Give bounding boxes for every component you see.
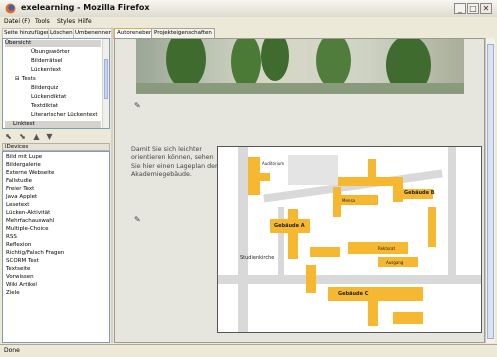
tree-item[interactable]: Lückentext: [31, 67, 61, 74]
maximize-button[interactable]: □: [467, 3, 479, 14]
idevice-item[interactable]: Reflexion: [6, 242, 31, 249]
idevice-item[interactable]: Bildergalerie: [6, 162, 41, 169]
editor-content: ✎ Damit Sie sich leichter orientieren kö…: [114, 38, 485, 343]
move-down-icon[interactable]: ▼: [45, 132, 54, 141]
idevice-item[interactable]: Lücken-Aktivität: [6, 210, 50, 217]
idevice-item[interactable]: SCORM Test: [6, 258, 39, 265]
tree-item[interactable]: Bilderquiz: [31, 85, 58, 92]
tree-item[interactable]: Übungswörter: [31, 49, 70, 56]
idevice-item[interactable]: Ziele: [6, 290, 20, 297]
menu-tools[interactable]: Tools: [35, 17, 50, 27]
demote-icon[interactable]: ⬊: [18, 132, 27, 141]
tab-bar: Autorenebene Projekteigenschaften: [113, 27, 497, 38]
map-label: Auditorium: [262, 161, 285, 166]
idevice-item[interactable]: Multiple-Choice: [6, 226, 48, 233]
tree-item[interactable]: Tests: [22, 76, 36, 83]
tree-item[interactable]: Textdiktat: [31, 103, 58, 110]
map-label-gebaeude-c: Gebäude C: [338, 291, 369, 297]
map-label: Mensa: [342, 198, 355, 203]
menu-bar: Datei (F) Tools Styles Hilfe: [0, 17, 497, 27]
tree-expander-icon[interactable]: ⊟: [15, 76, 20, 83]
tab-projekteigenschaften[interactable]: Projekteigenschaften: [151, 28, 215, 38]
title-bar: exelearning - Mozilla Firefox _ □ ✕: [0, 0, 497, 18]
idevice-item[interactable]: Fallstudie: [6, 178, 32, 185]
map-label-studienkirche: Studienkirche: [240, 255, 275, 261]
tree-item[interactable]: Bilderrätsel: [31, 58, 62, 65]
idevice-item[interactable]: Vorwissen: [6, 274, 34, 281]
outline-tree: Übersicht Übungswörter Bilderrätsel Lück…: [2, 38, 110, 129]
idevice-item[interactable]: Externe Webseite: [6, 170, 54, 177]
idevice-item[interactable]: Lesetext: [6, 202, 29, 209]
content-scrollbar[interactable]: [485, 38, 495, 343]
scroll-thumb[interactable]: [104, 59, 108, 99]
tree-item-selected[interactable]: Linktest: [5, 121, 101, 128]
outline-toolbar: Seite hinzufügen Löschen Umbenennen: [0, 27, 114, 39]
campus-photo: [136, 39, 464, 94]
idevice-item[interactable]: RSS: [6, 234, 17, 241]
description-text: Damit Sie sich leichter orientieren könn…: [131, 146, 218, 178]
idevice-item[interactable]: Java Applet: [6, 194, 37, 201]
menu-hilfe[interactable]: Hilfe: [78, 17, 92, 27]
tree-item[interactable]: Literarischer Lückentext: [31, 112, 98, 119]
idevices-header[interactable]: iDevices: [2, 143, 110, 151]
campus-map: Gebäude A Gebäude B Gebäude C Studienkir…: [217, 146, 482, 333]
idevices-list: Bild mit Lupe Bildergalerie Externe Webs…: [2, 151, 110, 343]
map-label-gebaeude-a: Gebäude A: [274, 223, 305, 229]
map-label: Rektorat: [378, 246, 396, 251]
tree-item[interactable]: Lückendiktat: [31, 94, 66, 101]
pane-splitter[interactable]: [111, 27, 113, 343]
edit-icon[interactable]: ✎: [134, 216, 142, 224]
map-label: Ausgang: [386, 260, 404, 265]
tree-item-root[interactable]: Übersicht: [5, 40, 101, 47]
status-text: Done: [4, 347, 20, 354]
status-bar: Done: [0, 344, 497, 357]
map-label-gebaeude-b: Gebäude B: [404, 190, 435, 196]
promote-icon[interactable]: ⬉: [4, 132, 13, 141]
edit-icon[interactable]: ✎: [134, 102, 142, 110]
idevice-item[interactable]: Richtig/Falsch Fragen: [6, 250, 64, 257]
minimize-button[interactable]: _: [454, 3, 466, 14]
menu-datei[interactable]: Datei (F): [4, 17, 30, 27]
menu-styles[interactable]: Styles: [57, 17, 75, 27]
move-up-icon[interactable]: ▲: [32, 132, 41, 141]
window-title: exelearning - Mozilla Firefox: [21, 3, 150, 12]
move-toolbar: ⬉ ⬊ ▲ ▼: [2, 131, 110, 143]
scroll-thumb[interactable]: [487, 44, 494, 339]
idevice-item[interactable]: Textseite: [6, 266, 30, 273]
idevice-item[interactable]: Freier Text: [6, 186, 34, 193]
idevice-item[interactable]: Mehrfachauswahl: [6, 218, 54, 225]
idevice-item[interactable]: Wiki Artikel: [6, 282, 37, 289]
firefox-icon: [5, 3, 16, 14]
close-button[interactable]: ✕: [480, 3, 492, 14]
tree-scrollbar[interactable]: [102, 39, 109, 128]
idevice-item[interactable]: Bild mit Lupe: [6, 154, 42, 161]
